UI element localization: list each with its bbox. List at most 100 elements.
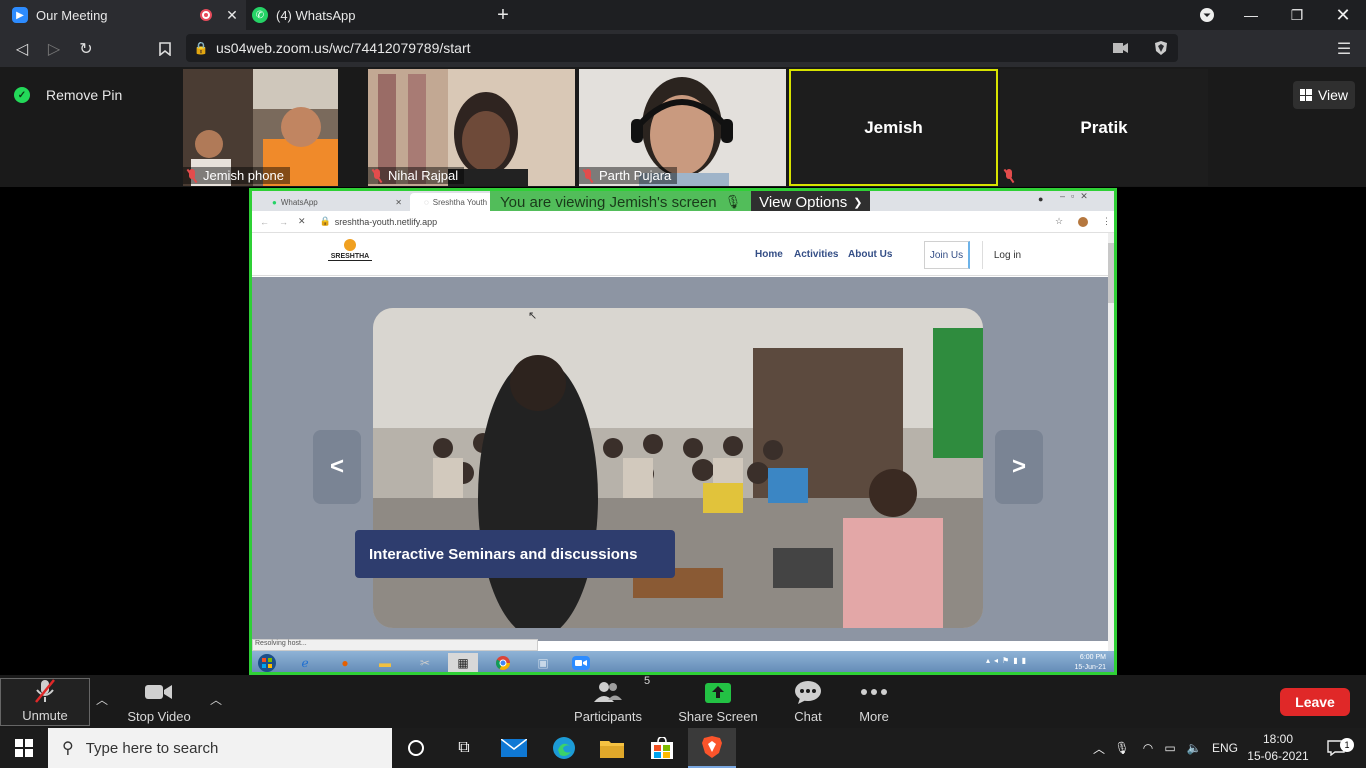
zoom-icon [566,653,596,672]
chat-button[interactable]: Chat [784,678,832,726]
chat-icon [794,679,822,705]
remove-pin-label: Remove Pin [46,87,123,103]
carousel-photo [373,308,983,628]
recording-icon [200,9,212,21]
brave-shield-icon[interactable] [1148,35,1174,61]
chevron-down-icon: ❯ [853,196,863,209]
lock-icon: 🔒 [319,216,331,226]
share-screen-button[interactable]: Share Screen [676,678,760,726]
scroll-thumb [1108,243,1114,303]
minimize-icon[interactable]: ― [1228,0,1274,30]
shared-screen[interactable]: ● WhatsApp ✕ ◌ Sreshtha Youth ● –▫✕ You … [249,188,1117,675]
camera-blocked-icon[interactable] [1108,35,1134,61]
windows-start-icon[interactable] [0,728,48,768]
video-tile-parth-pujara[interactable]: Parth Pujara [579,69,786,186]
shared-status-bar: Resolving host... [252,639,538,651]
nav-home: Home [755,249,783,260]
mic-muted-icon [372,168,382,183]
participants-count: 5 [644,675,651,687]
shared-scrollbar [1108,233,1114,651]
site-carousel: < > Interactive Seminars and discussions… [252,277,1108,641]
tab-our-meeting[interactable]: ▶ Our Meeting ✕ [0,0,246,30]
site-logo: SRESHTHA [328,239,372,261]
tab-whatsapp[interactable]: ✆ (4) WhatsApp [246,0,484,30]
audio-options-caret[interactable]: ︿ [93,690,111,708]
close-window-icon[interactable]: ✕ [1320,0,1366,30]
carousel-caption: Interactive Seminars and discussions [355,530,675,578]
network-app-icon: ▣ [537,656,549,670]
participant-name: Nihal Rajpal [368,167,465,184]
firefox-icon: ● [341,656,349,670]
menu-icon: ⋮ [1102,216,1111,226]
lock-icon: 🔒 [193,41,209,55]
carousel-prev-button: < [313,430,361,504]
bookmark-icon[interactable] [152,36,178,62]
taskbar-clock[interactable]: 18:00 15-06-2021 [1246,728,1310,768]
notification-icon[interactable]: 1 [1318,728,1354,768]
taskbar-search-input[interactable]: ⚲ Type here to search [48,728,392,768]
show-hidden-icons[interactable]: ︿ [1090,728,1108,768]
shield-check-icon: ✓ [14,87,30,103]
whatsapp-icon: ✆ [252,7,268,23]
reload-icon[interactable]: ↻ [73,36,99,62]
store-icon[interactable] [638,728,686,768]
more-button[interactable]: More [852,678,896,726]
stop-video-button[interactable]: Stop Video [124,678,194,726]
brave-icon[interactable] [688,728,736,768]
viewing-banner: You are viewing Jemish's screen 🎙 View O… [490,191,871,213]
participant-name: Jemish phone [183,167,290,184]
mail-icon[interactable] [490,728,538,768]
forward-icon[interactable]: ▷ [41,36,67,62]
menu-icon[interactable]: ☰ [1331,36,1357,62]
cortana-icon[interactable] [392,728,440,768]
leave-button[interactable]: Leave [1280,688,1350,716]
file-explorer-icon[interactable] [588,728,636,768]
remove-pin-button[interactable]: ✓ Remove Pin [14,82,122,108]
volume-icon[interactable]: 🔈 [1184,728,1204,768]
back-icon[interactable]: ◁ [9,36,35,62]
microphone-icon[interactable]: 🎙 [1112,728,1132,768]
shared-address-bar: ← → ✕ 🔒 sreshtha-youth.netlify.app ☆ ⋮ [252,211,1114,233]
join-us-button: Join Us [924,241,970,269]
view-button[interactable]: View [1293,81,1355,109]
new-tab-button[interactable]: + [490,0,516,30]
close-tab-icon[interactable]: ✕ [222,7,242,24]
browser-toolbar: ◁ ▷ ↻ 🔒 us04web.zoom.us/wc/74412079789/s… [0,30,1366,67]
login-button: Log in [982,241,1032,269]
shared-tab-whatsapp: ● WhatsApp ✕ [272,197,402,207]
tab-search-icon[interactable] [1184,0,1230,30]
shared-tray-icons: ▴◂⚑▮▮ [986,656,1031,665]
participant-name: Pratik [1080,117,1128,137]
participants-button[interactable]: 5 Participants [570,675,650,726]
share-screen-icon [705,679,731,705]
language-indicator[interactable]: ENG [1208,728,1242,768]
participants-icon: 5 [592,675,650,705]
url-bar[interactable]: 🔒 us04web.zoom.us/wc/74412079789/start [186,34,1178,62]
view-options-button[interactable]: View Options ❯ [751,191,871,213]
stop-loading-icon: ✕ [298,216,306,226]
video-tile-jemish[interactable]: Jemish [789,69,998,186]
battery-icon[interactable]: ▭ [1160,728,1180,768]
shared-record-icon: ● [1038,194,1044,204]
tab-label: (4) WhatsApp [276,7,356,23]
video-options-caret[interactable]: ︿ [207,690,225,708]
mic-muted-icon [187,168,197,183]
mic-muted-icon [1004,169,1014,183]
browser-tab-bar: ▶ Our Meeting ✕ ✆ (4) WhatsApp + ― ❐ ✕ [0,0,1366,30]
video-tile-nihal-rajpal[interactable]: Nihal Rajpal [368,69,575,186]
mic-muted-icon [33,678,57,704]
nav-about-us: About Us [848,249,893,260]
site-header: SRESHTHA Home Activities About Us Join U… [252,233,1108,276]
unmute-button[interactable]: Unmute [0,678,90,726]
task-view-icon[interactable]: ⧉ [440,728,488,768]
logo-sun-icon [344,239,356,251]
app-icon: ▦ [448,653,478,672]
participant-name: Jemish [864,117,923,137]
video-tile-pratik[interactable]: Pratik [1000,69,1208,186]
wifi-icon[interactable]: ◠ [1138,728,1158,768]
video-tile-jemish-phone[interactable]: Jemish phone [183,69,338,186]
restore-icon[interactable]: ❐ [1274,0,1320,30]
participant-name: Parth Pujara [579,167,678,184]
loading-icon: ◌ [424,197,429,207]
edge-icon[interactable] [540,728,588,768]
